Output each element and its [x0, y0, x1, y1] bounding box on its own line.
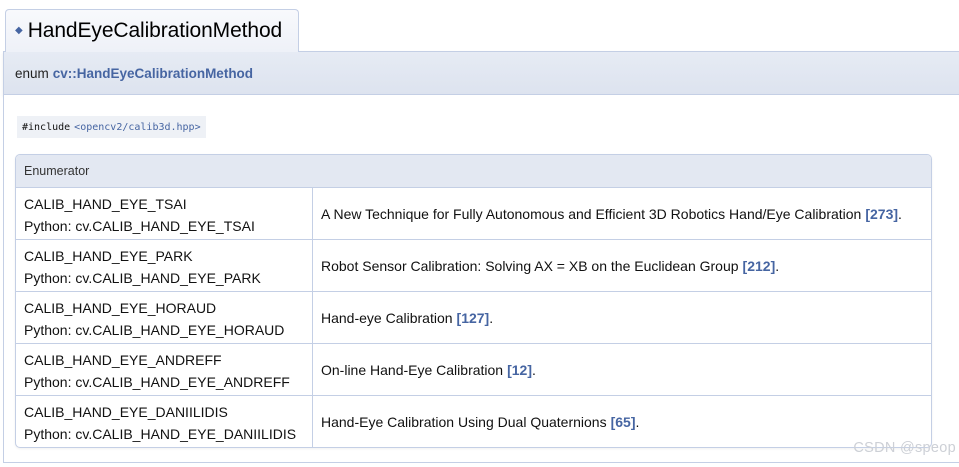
table-row: CALIB_HAND_EYE_DANIILIDIS Python: cv.CALI… [16, 396, 931, 447]
diamond-bullet-icon: ◆ [15, 25, 23, 36]
enum-description-cell: On-line Hand-Eye Calibration [12]. [313, 344, 931, 395]
citation-link[interactable]: [65] [611, 414, 636, 430]
enum-description-cell: Robot Sensor Calibration: Solving AX = X… [313, 240, 931, 291]
enum-description: On-line Hand-Eye Calibration [321, 361, 504, 378]
enum-qualified-name-link[interactable]: cv::HandEyeCalibrationMethod [53, 66, 253, 81]
enum-description-cell: Hand-eye Calibration [127]. [313, 292, 931, 343]
include-directive: #include <opencv2/calib3d.hpp> [17, 116, 206, 138]
enumerator-table: Enumerator CALIB_HAND_EYE_TSAI Python: cv… [15, 154, 932, 448]
enum-python-name: Python: cv.CALIB_HAND_EYE_TSAI [24, 218, 255, 234]
enum-value-name: CALIB_HAND_EYE_DANIILIDIS [24, 404, 228, 420]
enumerator-rows: CALIB_HAND_EYE_TSAI Python: cv.CALIB_HAND… [16, 188, 931, 447]
enum-python-name: Python: cv.CALIB_HAND_EYE_DANIILIDIS [24, 426, 297, 442]
citation-link[interactable]: [212] [743, 258, 776, 274]
enum-python-name: Python: cv.CALIB_HAND_EYE_PARK [24, 270, 261, 286]
enum-name-cell: CALIB_HAND_EYE_DANIILIDIS Python: cv.CALI… [16, 396, 313, 447]
sentence-period: . [775, 257, 780, 274]
enum-description: Hand-Eye Calibration Using Dual Quaterni… [321, 413, 607, 430]
enum-name-cell: CALIB_HAND_EYE_TSAI Python: cv.CALIB_HAND… [16, 188, 313, 239]
enum-description: A New Technique for Fully Autonomous and… [321, 205, 862, 222]
header-file-link[interactable]: <opencv2/calib3d.hpp> [74, 122, 200, 133]
enum-description: Robot Sensor Calibration: Solving AX = X… [321, 257, 739, 274]
enum-prototype-bar: enum cv::HandEyeCalibrationMethod [3, 51, 959, 95]
enum-keyword: enum [15, 65, 49, 81]
enum-description-cell: A New Technique for Fully Autonomous and… [313, 188, 931, 239]
enum-description-cell: Hand-Eye Calibration Using Dual Quaterni… [313, 396, 931, 447]
sentence-period: . [635, 413, 640, 430]
sentence-period: . [489, 309, 494, 326]
enum-value-name: CALIB_HAND_EYE_TSAI [24, 196, 187, 212]
sentence-period: . [532, 361, 536, 378]
enum-name-cell: CALIB_HAND_EYE_ANDREFF Python: cv.CALIB_H… [16, 344, 313, 395]
citation-link[interactable]: [273] [865, 206, 898, 222]
watermark: CSDN @speop [853, 440, 956, 456]
sentence-period: . [898, 205, 902, 222]
page-title: HandEyeCalibrationMethod [27, 19, 283, 42]
page-title-tab: ◆ HandEyeCalibrationMethod [5, 9, 299, 52]
table-row: CALIB_HAND_EYE_TSAI Python: cv.CALIB_HAND… [16, 188, 931, 240]
enum-python-name: Python: cv.CALIB_HAND_EYE_HORAUD [24, 322, 285, 338]
enum-name-cell: CALIB_HAND_EYE_PARK Python: cv.CALIB_HAND… [16, 240, 313, 291]
citation-link[interactable]: [12] [507, 362, 532, 378]
enum-value-name: CALIB_HAND_EYE_PARK [24, 248, 193, 264]
enum-description: Hand-eye Calibration [321, 309, 453, 326]
enum-name-cell: CALIB_HAND_EYE_HORAUD Python: cv.CALIB_HA… [16, 292, 313, 343]
citation-link[interactable]: [127] [457, 310, 490, 326]
table-row: CALIB_HAND_EYE_HORAUD Python: cv.CALIB_HA… [16, 292, 931, 344]
include-keyword: #include [22, 121, 71, 133]
enum-value-name: CALIB_HAND_EYE_HORAUD [24, 300, 217, 316]
enumerator-table-header: Enumerator [16, 155, 931, 188]
table-row: CALIB_HAND_EYE_PARK Python: cv.CALIB_HAND… [16, 240, 931, 292]
enum-python-name: Python: cv.CALIB_HAND_EYE_ANDREFF [24, 374, 290, 390]
table-row: CALIB_HAND_EYE_ANDREFF Python: cv.CALIB_H… [16, 344, 931, 396]
enum-value-name: CALIB_HAND_EYE_ANDREFF [24, 352, 222, 368]
